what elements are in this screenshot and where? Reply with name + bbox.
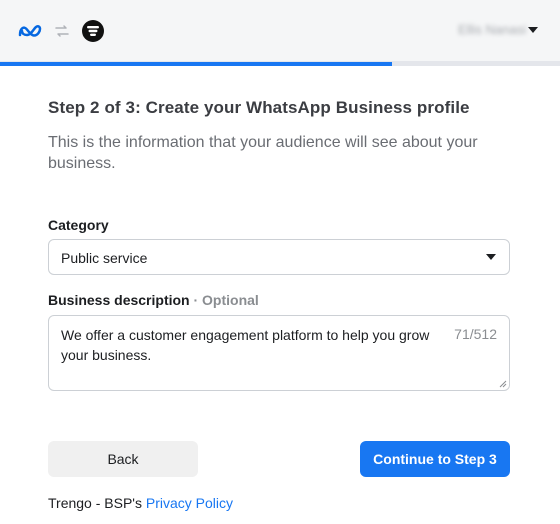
trengo-logo-icon bbox=[82, 20, 104, 42]
swap-icon bbox=[55, 25, 69, 37]
account-name[interactable]: Ellis Nanasi bbox=[458, 22, 526, 37]
page-title: Step 2 of 3: Create your WhatsApp Busine… bbox=[48, 98, 470, 117]
resize-handle-icon[interactable] bbox=[499, 380, 507, 388]
description-input[interactable]: We offer a customer engagement platform … bbox=[61, 325, 446, 381]
page-subtitle: This is the information that your audien… bbox=[48, 134, 478, 172]
caret-down-icon bbox=[486, 254, 496, 260]
progress-fill bbox=[0, 62, 392, 66]
footer-text: Trengo - BSP's bbox=[48, 495, 146, 511]
description-label-text: Business description bbox=[48, 292, 190, 308]
privacy-policy-link[interactable]: Privacy Policy bbox=[146, 495, 233, 511]
character-counter: 71/512 bbox=[454, 326, 497, 342]
top-bar: Ellis Nanasi bbox=[0, 0, 560, 62]
category-label: Category bbox=[48, 217, 109, 233]
logo-group bbox=[18, 20, 104, 42]
meta-logo-icon bbox=[18, 25, 42, 37]
category-select[interactable]: Public service bbox=[48, 239, 510, 275]
caret-down-icon[interactable] bbox=[528, 27, 538, 33]
description-field[interactable]: We offer a customer engagement platform … bbox=[48, 315, 510, 391]
footer: Trengo - BSP's Privacy Policy bbox=[48, 495, 233, 511]
description-label: Business description · Optional bbox=[48, 292, 259, 308]
continue-button[interactable]: Continue to Step 3 bbox=[360, 441, 510, 477]
optional-tag: · Optional bbox=[189, 292, 259, 308]
category-value: Public service bbox=[61, 250, 148, 266]
progress-bar bbox=[0, 62, 560, 66]
back-button[interactable]: Back bbox=[48, 441, 198, 477]
